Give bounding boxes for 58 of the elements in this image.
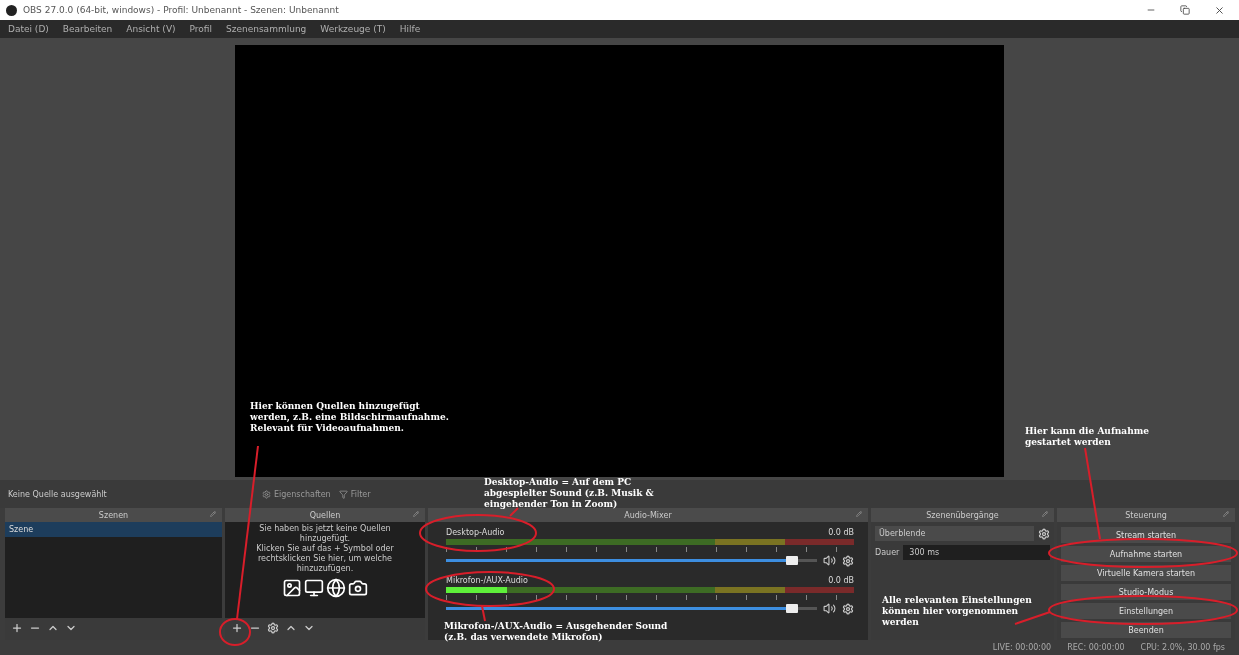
db-reading: 0.0 dB (828, 528, 854, 537)
leader-line (481, 605, 486, 622)
annotation-text: Desktop-Audio = Auf dem PC abgespielter Sound (z.B. Musik & eingehender Ton in Zoom) (484, 477, 655, 510)
menu-item[interactable]: Profil (189, 24, 212, 34)
dock-title: Szenenübergänge (926, 510, 999, 520)
annotation-text: Hier können Quellen hinzugefügt werden, z.B. eine Bildschirmaufnahme. Relevant für Videoaufnahmen. (250, 401, 450, 434)
dock-title: Audio-Mixer (624, 510, 672, 520)
menu-item[interactable]: Bearbeiten (62, 24, 113, 34)
control-button[interactable]: Einstellungen (1061, 603, 1231, 619)
scene-item[interactable]: Szene (5, 522, 222, 537)
app-logo-icon (6, 4, 17, 16)
transition-dropdown[interactable]: Überblende (875, 526, 1034, 541)
slider-thumb[interactable] (786, 556, 799, 565)
duration-field[interactable]: 300 ms (903, 545, 1050, 560)
add-icon[interactable] (231, 622, 243, 634)
speaker-icon[interactable] (823, 554, 836, 567)
duration-label: Dauer (875, 548, 900, 557)
channel-name: Desktop-Audio (446, 528, 505, 537)
menu-item[interactable]: Datei (D) (8, 24, 49, 34)
add-icon[interactable] (11, 622, 23, 634)
status-text: REC: 00:00:00 (1067, 643, 1125, 652)
dock-title: Szenen (98, 510, 129, 520)
filter-icon (338, 489, 348, 499)
speaker-icon[interactable] (823, 602, 836, 615)
globe-icon (326, 578, 346, 598)
gear-icon (262, 489, 271, 499)
settings-icon[interactable] (842, 554, 854, 567)
control-button[interactable]: Virtuelle Kamera starten (1061, 565, 1231, 581)
control-button[interactable]: Aufnahme starten (1061, 546, 1231, 562)
status-text: LIVE: 00:00:00 (992, 643, 1052, 652)
control-button[interactable]: Studio-Modus (1061, 584, 1231, 600)
highlight-ellipse (219, 618, 251, 646)
empty-hint: Sie haben bis jetzt keine Quellen hinzugefügt. (258, 524, 392, 544)
menu-item[interactable]: Werkzeuge (T) (320, 24, 386, 34)
annotation-text: Mikrofon-/AUX-Audio = Ausgehender Sound (z.B. das verwendete Mikrofon) (444, 621, 669, 643)
source-status: Keine Quelle ausgewählt (8, 489, 108, 499)
menu-item[interactable]: Szenensammlung (226, 24, 307, 34)
control-button[interactable]: Beenden (1061, 622, 1231, 638)
status-text: CPU: 2.0%, 30.00 fps (1140, 643, 1225, 652)
channel-name: Mikrofon-/AUX-Audio (446, 576, 528, 585)
annotation-text: Hier kann die Aufnahme gestartet werden (1025, 426, 1150, 448)
empty-hint: Klicken Sie auf das + Symbol oder rechtsklicken Sie hier, um welche hinzuzufügen. (255, 544, 395, 574)
dock-title: Quellen (309, 510, 341, 520)
image-icon (282, 578, 302, 598)
menu-item[interactable]: Hilfe (399, 24, 421, 34)
settings-icon[interactable] (1038, 527, 1050, 540)
window-title: OBS 27.0.0 (64-bit, windows) - Profil: Unbenannt - Szenen: Unbenannt (23, 5, 340, 15)
settings-icon[interactable] (267, 622, 279, 634)
camera-icon (348, 578, 368, 598)
monitor-icon (304, 578, 324, 598)
db-reading: 0.0 dB (828, 576, 854, 585)
control-button[interactable]: Stream starten (1061, 527, 1231, 543)
slider-thumb[interactable] (786, 604, 799, 613)
annotation-text: Alle relevanten Einstellungen können hier vorgenommen werden (882, 595, 1032, 628)
menu-item[interactable]: Ansicht (V) (126, 24, 176, 34)
settings-icon[interactable] (842, 602, 854, 615)
leader-line (509, 507, 519, 517)
dock-title: Steuerung (1125, 510, 1167, 520)
